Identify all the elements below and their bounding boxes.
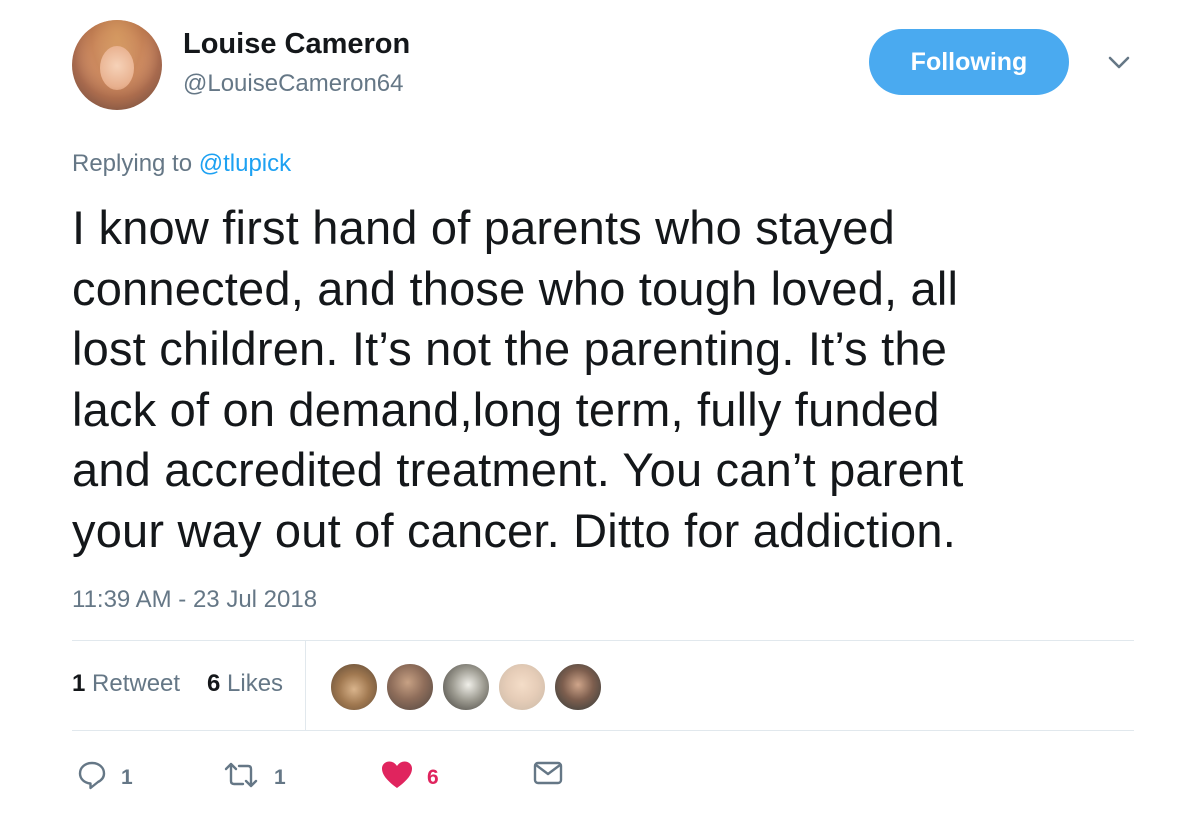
replying-to-label: Replying to [72, 150, 193, 177]
like-count: 6 [427, 765, 439, 789]
tweet-timestamp[interactable]: 11:39 AM - 23 Jul 2018 [72, 586, 317, 614]
retweet-button[interactable]: 1 [222, 760, 286, 795]
reply-mention-link[interactable]: @tlupick [199, 150, 291, 177]
user-handle[interactable]: @LouiseCameron64 [183, 70, 404, 98]
reply-button[interactable]: 1 [77, 760, 133, 795]
liker-avatar[interactable] [385, 662, 435, 712]
divider [72, 640, 1134, 641]
divider [72, 730, 1134, 731]
chevron-down-icon[interactable] [1104, 50, 1134, 74]
tweet-text: I know first hand of parents who stayed … [72, 201, 964, 557]
liker-avatar[interactable] [441, 662, 491, 712]
following-button[interactable]: Following [869, 29, 1069, 95]
liker-avatar[interactable] [497, 662, 547, 712]
retweet-stat[interactable]: 1 Retweet [72, 670, 180, 698]
replying-to: Replying to @tlupick [72, 150, 291, 178]
display-name[interactable]: Louise Cameron [183, 28, 410, 61]
envelope-icon [533, 760, 563, 791]
avatar[interactable] [72, 20, 162, 110]
likes-stat[interactable]: 6 Likes [207, 670, 283, 698]
like-button[interactable]: 6 [381, 760, 439, 795]
reply-count: 1 [121, 765, 133, 789]
retweet-stat-label: Retweet [92, 670, 181, 697]
retweet-count: 1 [274, 765, 286, 789]
stats-separator [305, 641, 306, 730]
retweet-icon [222, 760, 260, 795]
retweet-stat-count: 1 [72, 670, 86, 697]
liker-avatar[interactable] [553, 662, 603, 712]
direct-message-button[interactable] [533, 760, 563, 791]
heart-icon [381, 760, 413, 795]
likes-stat-label: Likes [227, 670, 284, 697]
liker-avatar[interactable] [329, 662, 379, 712]
likes-stat-count: 6 [207, 670, 221, 697]
reply-icon [77, 760, 107, 795]
